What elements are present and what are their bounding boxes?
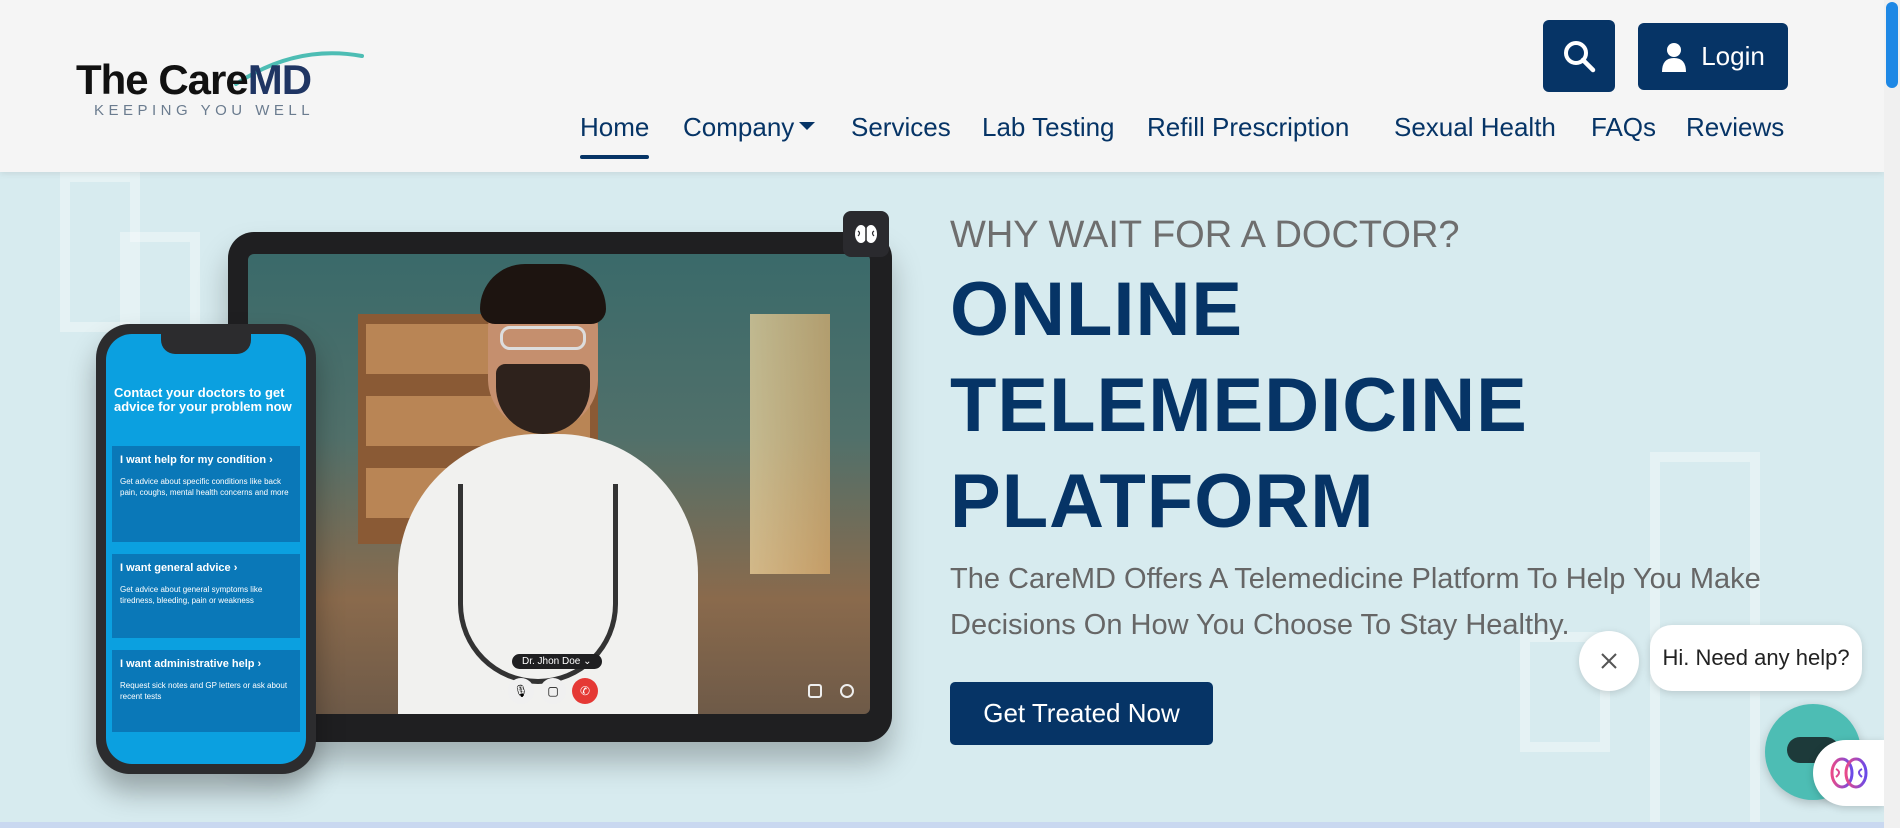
- brain-icon: [1830, 757, 1867, 789]
- login-label: Login: [1701, 41, 1765, 71]
- phone-card-desc: Get advice about specific conditions lik…: [120, 477, 289, 497]
- phone-card-title: I want help for my condition ›: [120, 454, 273, 466]
- nav-services[interactable]: Services: [851, 112, 951, 143]
- hero-headline: ONLINE TELEMEDICINE PLATFORM: [950, 262, 1528, 550]
- chevron-down-icon: [799, 122, 816, 131]
- nav-company-label: Company: [683, 112, 795, 142]
- phone-card-desc: Get advice about general symptoms like t…: [120, 585, 263, 605]
- phone-card-title: I want administrative help ›: [120, 658, 262, 670]
- login-button[interactable]: Login: [1638, 23, 1788, 90]
- phone-notch: [161, 334, 251, 354]
- logo-tagline: KEEPING YOU WELL: [94, 102, 315, 119]
- chat-greeting-bubble[interactable]: Hi. Need any help?: [1650, 625, 1862, 691]
- search-button[interactable]: [1543, 20, 1615, 92]
- logo-name-accent: MD: [247, 56, 312, 103]
- glasses-image: [500, 326, 586, 350]
- caller-name-tag: Dr. Jhon Doe ⌄: [512, 654, 602, 669]
- headline-line: TELEMEDICINE: [950, 363, 1528, 448]
- section-divider: [0, 822, 1884, 828]
- screenshot-icon: [808, 684, 822, 698]
- headline-line: PLATFORM: [950, 459, 1375, 544]
- camera-icon: ▢: [540, 678, 566, 704]
- close-icon: [1601, 653, 1617, 669]
- logo-name-main: The Care: [76, 56, 249, 103]
- headline-line: ONLINE: [950, 267, 1244, 352]
- logo-wordmark: The CareMD: [76, 56, 312, 104]
- nav-faqs[interactable]: FAQs: [1591, 112, 1656, 143]
- get-treated-now-button[interactable]: Get Treated Now: [950, 682, 1213, 745]
- brain-icon: [855, 225, 877, 243]
- end-call-icon: ✆: [572, 678, 598, 704]
- hero-eyebrow: WHY WAIT FOR A DOCTOR?: [950, 214, 1460, 256]
- site-logo[interactable]: The CareMD KEEPING YOU WELL: [76, 50, 366, 122]
- chat-close-button[interactable]: [1579, 631, 1639, 691]
- phone-option-card: I want general advice › Get advice about…: [112, 554, 300, 638]
- phone-card-desc: Request sick notes and GP letters or ask…: [120, 681, 288, 701]
- heart-icon: [840, 684, 854, 698]
- phone-mockup: Contact your doctors to get advice for y…: [96, 324, 316, 774]
- page-scrollbar[interactable]: [1884, 0, 1900, 828]
- nav-home[interactable]: Home: [580, 112, 650, 159]
- phone-title: Contact your doctors to get advice for y…: [114, 385, 292, 414]
- phone-screen: Contact your doctors to get advice for y…: [106, 334, 306, 764]
- ai-assistant-button[interactable]: [1813, 740, 1884, 806]
- hero-section: Dr. Jhon Doe ⌄ 🎙 ▢ ✆ Contact your doctor…: [0, 172, 1884, 828]
- nav-refill-prescription[interactable]: Refill Prescription: [1147, 112, 1349, 143]
- search-icon: [1564, 41, 1596, 73]
- phone-option-card: I want help for my condition › Get advic…: [112, 446, 300, 542]
- phone-card-title: I want general advice ›: [120, 562, 238, 574]
- nav-sexual-health[interactable]: Sexual Health: [1394, 112, 1556, 143]
- video-call-screen: Dr. Jhon Doe ⌄ 🎙 ▢ ✆: [248, 254, 870, 714]
- window-light: [750, 314, 830, 574]
- nav-reviews[interactable]: Reviews: [1686, 112, 1784, 143]
- doctor-hair: [480, 264, 606, 324]
- user-icon: [1662, 42, 1687, 72]
- microphone-icon: 🎙: [508, 678, 534, 704]
- scrollbar-thumb[interactable]: [1886, 2, 1898, 88]
- nav-company[interactable]: Company: [683, 112, 816, 143]
- nav-lab-testing[interactable]: Lab Testing: [982, 112, 1115, 143]
- brain-ai-icon[interactable]: [843, 211, 889, 257]
- tablet-mockup: Dr. Jhon Doe ⌄ 🎙 ▢ ✆: [228, 232, 892, 742]
- site-header: The CareMD KEEPING YOU WELL Login Home C…: [0, 0, 1884, 172]
- phone-option-card: I want administrative help › Request sic…: [112, 650, 300, 732]
